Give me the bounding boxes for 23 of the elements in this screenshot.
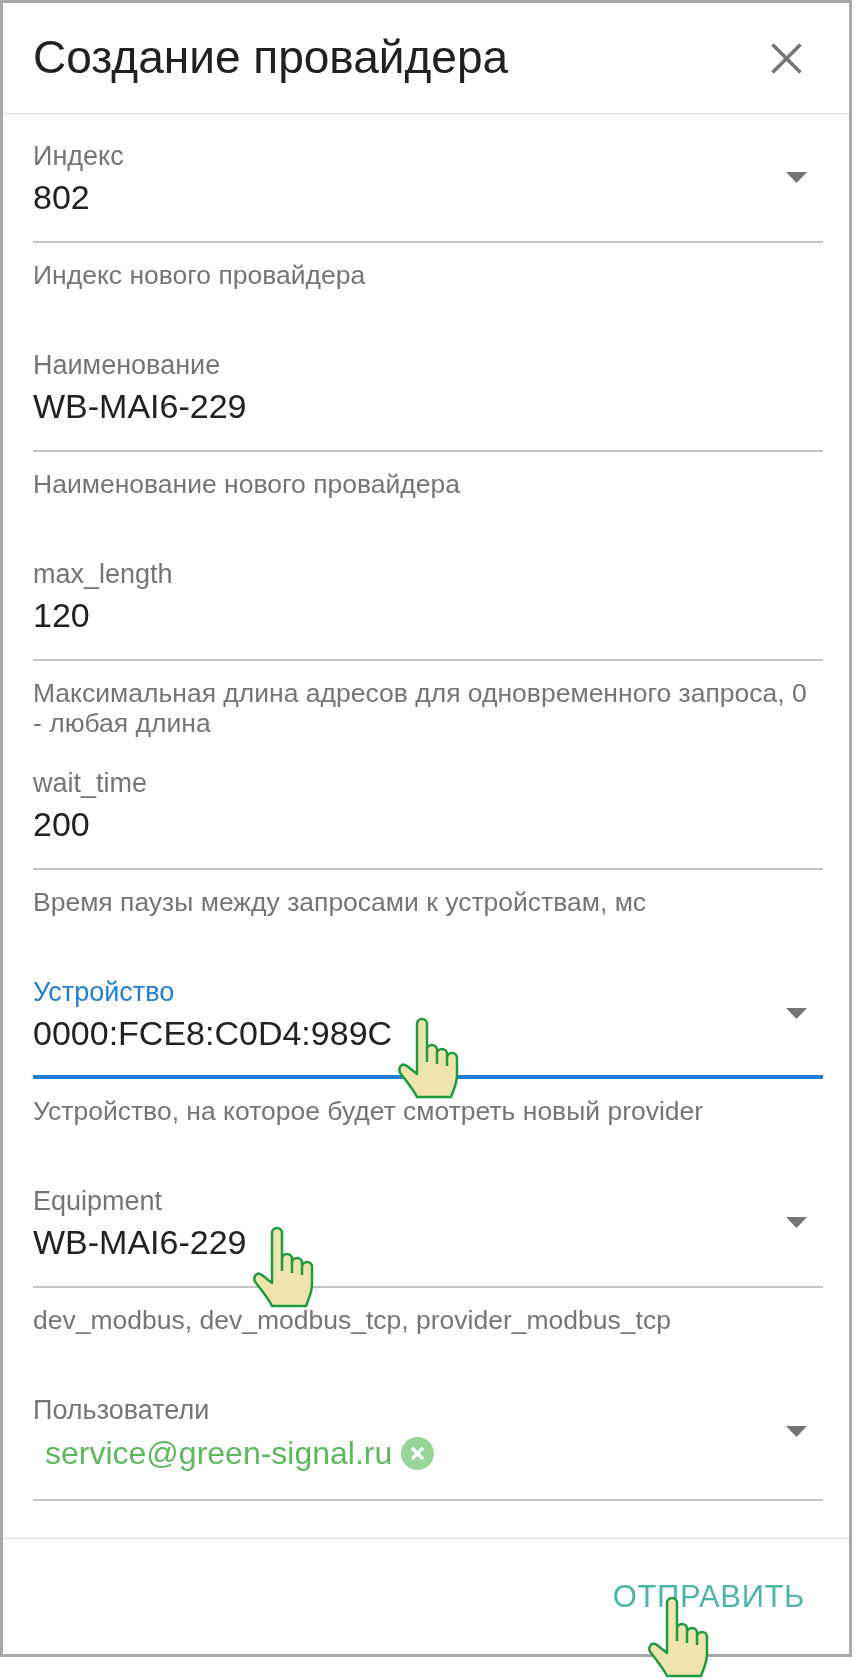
field-label: Наименование [33, 350, 222, 380]
dialog-title: Создание провайдера [33, 30, 509, 86]
helper-text: Индекс нового провайдера [33, 260, 367, 290]
field-label: Пользователи [33, 1395, 211, 1425]
helper-text: Время паузы между запросами к устройствам, мс [33, 887, 648, 917]
dropdown-caret-icon[interactable] [786, 1217, 807, 1228]
dropdown-caret-icon[interactable] [786, 1426, 807, 1437]
select-field[interactable]: 802 [33, 171, 823, 243]
dropdown-caret-icon[interactable] [786, 172, 807, 183]
text-field[interactable]: 200 [33, 798, 823, 870]
field-label: max_length [33, 559, 174, 589]
helper-text: Устройство, на которое будет смотреть новый provider [33, 1096, 705, 1126]
text-field[interactable]: WB-MAI6-229 [33, 380, 823, 452]
close-icon [770, 42, 802, 74]
field-label: Устройство [33, 977, 176, 1007]
field-label: Equipment [33, 1186, 164, 1216]
dropdown-caret-icon[interactable] [786, 1008, 807, 1019]
helper-text: Максимальная длина адресов для одновременного запроса, 0 - любая длина [33, 678, 808, 738]
helper-text: Наименование нового провайдера [33, 469, 461, 499]
helper-text: dev_modbus, dev_modbus_tcp, provider_modbus_tcp [33, 1305, 672, 1335]
text-field[interactable]: 120 [33, 589, 823, 661]
field-label: wait_time [33, 768, 149, 798]
field-label: Индекс [33, 141, 125, 171]
